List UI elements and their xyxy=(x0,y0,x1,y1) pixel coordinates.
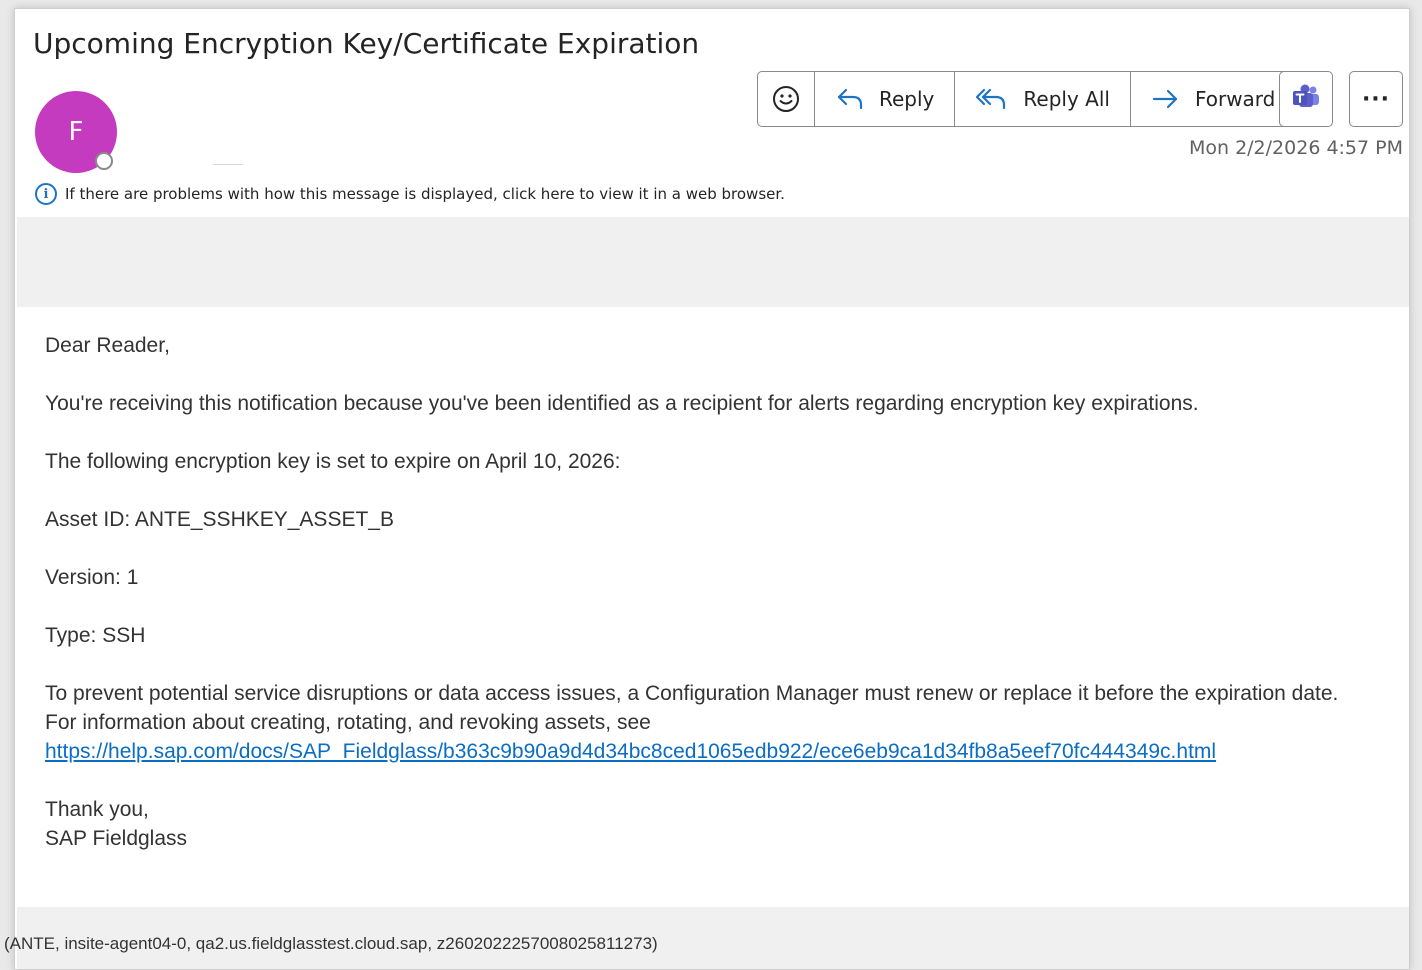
view-in-browser-banner[interactable]: i If there are problems with how this me… xyxy=(35,183,785,205)
greeting: Dear Reader, xyxy=(45,334,170,357)
email-date: Mon 2/2/2026 4:57 PM xyxy=(1188,137,1403,159)
avatar-initial: F xyxy=(68,117,84,147)
reply-label: Reply xyxy=(879,87,935,111)
body-paragraph-2: The following encryption key is set to e… xyxy=(45,450,621,473)
reply-all-button[interactable]: Reply All xyxy=(955,72,1131,126)
sender-name-placeholder xyxy=(213,164,243,165)
email-subject: Upcoming Encryption Key/Certificate Expi… xyxy=(33,27,700,60)
trace-footer: (ANTE, insite-agent04-0, qa2.us.fieldgla… xyxy=(4,934,658,953)
reply-icon xyxy=(835,86,865,112)
signature: SAP Fieldglass xyxy=(45,827,188,850)
info-icon: i xyxy=(35,183,57,205)
closing: Thank you, xyxy=(45,798,149,821)
asset-id: Asset ID: ANTE_SSHKEY_ASSET_B xyxy=(45,508,394,531)
more-actions-button[interactable]: ··· xyxy=(1349,71,1403,127)
help-docs-link[interactable]: https://help.sap.com/docs/SAP_Fieldglass… xyxy=(45,740,1216,763)
presence-status-icon xyxy=(95,152,113,170)
teams-icon xyxy=(1291,83,1321,115)
forward-button[interactable]: Forward xyxy=(1131,72,1295,126)
instructions-block: To prevent potential service disruptions… xyxy=(45,679,1405,766)
asset-type: Type: SSH xyxy=(45,624,146,647)
body-paragraph-4: For information about creating, rotating… xyxy=(45,711,651,734)
react-button[interactable] xyxy=(758,72,815,126)
email-window: Upcoming Encryption Key/Certificate Expi… xyxy=(14,8,1410,970)
info-message: If there are problems with how this mess… xyxy=(65,185,785,203)
reply-all-icon xyxy=(975,86,1009,112)
reply-button[interactable]: Reply xyxy=(815,72,956,126)
forward-label: Forward xyxy=(1194,87,1276,111)
teams-share-button[interactable] xyxy=(1279,71,1333,127)
body-paragraph-3: To prevent potential service disruptions… xyxy=(45,682,1339,705)
header-banner xyxy=(17,217,1409,307)
asset-version: Version: 1 xyxy=(45,566,139,589)
email-body: Dear Reader, You're receiving this notif… xyxy=(45,331,1405,853)
message-actions-toolbar: Reply Reply All Forward xyxy=(757,71,1297,127)
body-paragraph-1: You're receiving this notification becau… xyxy=(45,392,1199,415)
smiley-icon xyxy=(772,85,800,113)
reply-all-label: Reply All xyxy=(1023,87,1110,111)
forward-icon xyxy=(1151,86,1181,112)
